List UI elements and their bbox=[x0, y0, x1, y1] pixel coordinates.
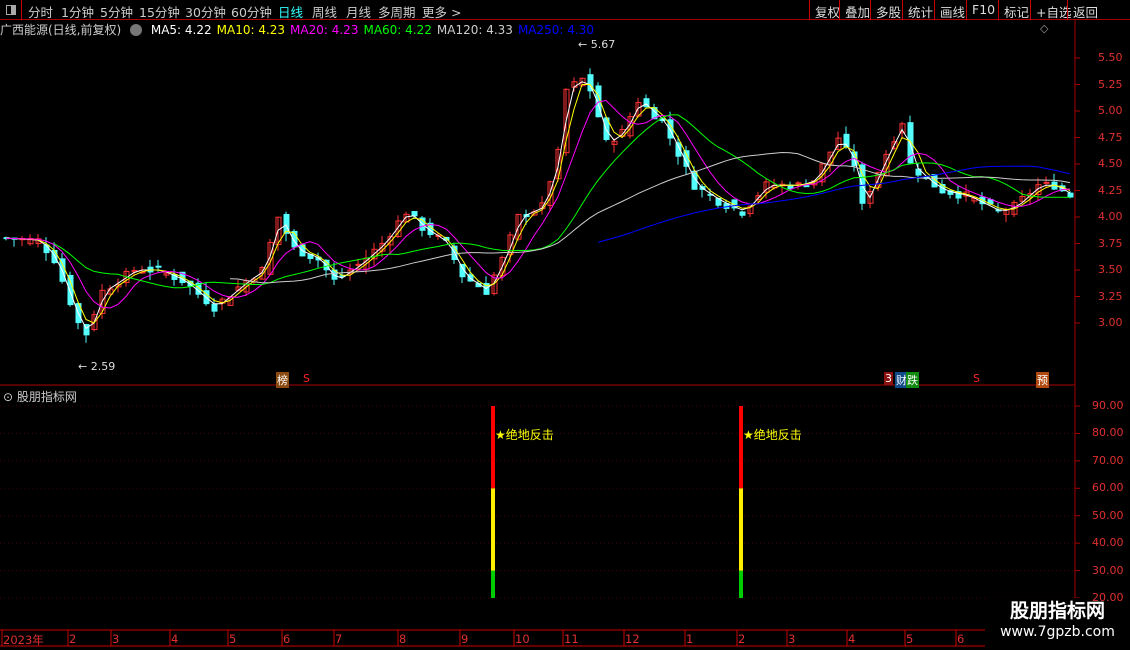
signal-bar-segment bbox=[491, 488, 495, 571]
candle-body bbox=[1043, 181, 1050, 184]
toolbar-button-8[interactable]: 返回 bbox=[1067, 0, 1103, 20]
price-label: 3.25 bbox=[1098, 289, 1123, 303]
price-label: 3.00 bbox=[1098, 316, 1123, 329]
price-label: 5.25 bbox=[1098, 77, 1123, 91]
month-label: 5 bbox=[229, 632, 237, 646]
event-tag-2[interactable]: 3 bbox=[884, 372, 893, 385]
month-label: 4 bbox=[848, 632, 856, 646]
candle-body bbox=[211, 303, 218, 312]
signal-bar-segment bbox=[491, 406, 495, 489]
candle-body bbox=[787, 184, 794, 190]
toolbar-button-3[interactable]: 统计 bbox=[902, 0, 938, 20]
candle-body bbox=[1067, 192, 1074, 198]
period-tab-2[interactable]: 5分钟 bbox=[100, 2, 133, 21]
price-label: 4.75 bbox=[1098, 130, 1123, 144]
month-label: 2 bbox=[738, 632, 746, 646]
chart-area bbox=[0, 20, 1130, 647]
high-annotation: ← 5.67 bbox=[578, 38, 616, 51]
candle-body bbox=[795, 182, 802, 185]
period-tab-5[interactable]: 60分钟 bbox=[231, 2, 272, 21]
indicator-label: 70.00 bbox=[1092, 453, 1124, 467]
event-tag-4[interactable]: 跌 bbox=[906, 372, 919, 388]
month-label: 3 bbox=[788, 632, 796, 646]
month-label: 4 bbox=[171, 632, 179, 646]
indicator-label: 50.00 bbox=[1092, 508, 1124, 522]
period-tab-7[interactable]: 周线 bbox=[312, 2, 337, 21]
watermark: 股朋指标网 www.7gpzb.com bbox=[985, 598, 1130, 650]
price-label: 4.50 bbox=[1098, 157, 1123, 170]
price-label: 4.25 bbox=[1098, 183, 1123, 197]
signal-bar-segment bbox=[491, 570, 495, 599]
period-tab-4[interactable]: 30分钟 bbox=[185, 2, 226, 21]
price-label: 5.50 bbox=[1098, 51, 1123, 64]
settings-diamond-icon[interactable]: ◇ bbox=[1040, 22, 1048, 35]
month-label: 9 bbox=[461, 632, 469, 646]
signal-bar-segment bbox=[739, 570, 743, 599]
month-label: 6 bbox=[957, 632, 965, 646]
month-label: 12 bbox=[625, 632, 640, 646]
candle-body bbox=[67, 274, 74, 306]
indicator-label: 90.00 bbox=[1092, 399, 1124, 412]
month-label: 5 bbox=[906, 632, 914, 646]
month-label: 1 bbox=[686, 632, 694, 646]
period-tab-0[interactable]: 分时 bbox=[28, 2, 53, 21]
candle-body bbox=[739, 211, 746, 216]
period-tab-6[interactable]: 日线 bbox=[278, 2, 303, 21]
toolbar-button-5[interactable]: F10 bbox=[966, 0, 1000, 20]
candle-body bbox=[803, 185, 810, 188]
event-tag-0[interactable]: 榜 bbox=[276, 372, 289, 388]
event-tag-1[interactable]: S bbox=[302, 372, 311, 385]
price-label: 3.75 bbox=[1098, 236, 1123, 250]
candle-body bbox=[411, 211, 418, 217]
period-tab-1[interactable]: 1分钟 bbox=[61, 2, 94, 21]
watermark-url: www.7gpzb.com bbox=[1000, 624, 1115, 640]
indicator-panel-title: ⊙ 股朋指标网 bbox=[3, 390, 77, 404]
period-tab-3[interactable]: 15分钟 bbox=[139, 2, 180, 21]
price-label: 5.00 bbox=[1098, 104, 1123, 117]
toolbar-button-6[interactable]: 标记 bbox=[998, 0, 1034, 20]
candle-body bbox=[155, 265, 162, 268]
indicator-label: 40.00 bbox=[1092, 536, 1124, 550]
low-annotation: ← 2.59 bbox=[78, 360, 116, 373]
month-label: 2 bbox=[69, 632, 77, 646]
period-tab-9[interactable]: 多周期 bbox=[378, 2, 416, 21]
indicator-name: 股朋指标网 bbox=[16, 390, 77, 404]
toolbar-button-2[interactable]: 多股 bbox=[870, 0, 906, 20]
event-tag-5[interactable]: S bbox=[972, 372, 981, 385]
month-label: 6 bbox=[283, 632, 291, 646]
month-label: 3 bbox=[112, 632, 120, 646]
period-tab-8[interactable]: 月线 bbox=[346, 2, 371, 21]
month-label: 7 bbox=[335, 632, 343, 646]
indicator-label: 60.00 bbox=[1092, 481, 1124, 495]
indicator-label: 80.00 bbox=[1092, 426, 1124, 440]
month-label: 2023年 bbox=[3, 633, 44, 647]
signal-label: ★绝地反击 bbox=[743, 428, 802, 442]
ma-line-3 bbox=[53, 114, 1071, 289]
price-label: 4.00 bbox=[1098, 210, 1123, 223]
toolbar-button-4[interactable]: 画线 bbox=[934, 0, 970, 20]
month-label: 11 bbox=[564, 632, 579, 646]
price-label: 3.50 bbox=[1098, 263, 1123, 276]
signal-label: ★绝地反击 bbox=[495, 428, 554, 442]
candle-body bbox=[587, 74, 594, 92]
month-label: 8 bbox=[399, 632, 407, 646]
indicator-label: 30.00 bbox=[1092, 563, 1124, 577]
period-tab-10[interactable]: 更多 > bbox=[422, 2, 461, 21]
indicator-label: 20.00 bbox=[1092, 591, 1124, 604]
month-label: 10 bbox=[515, 632, 530, 646]
signal-bar-segment bbox=[739, 406, 743, 489]
event-tag-6[interactable]: 预 bbox=[1036, 372, 1049, 388]
signal-bar-segment bbox=[739, 488, 743, 571]
